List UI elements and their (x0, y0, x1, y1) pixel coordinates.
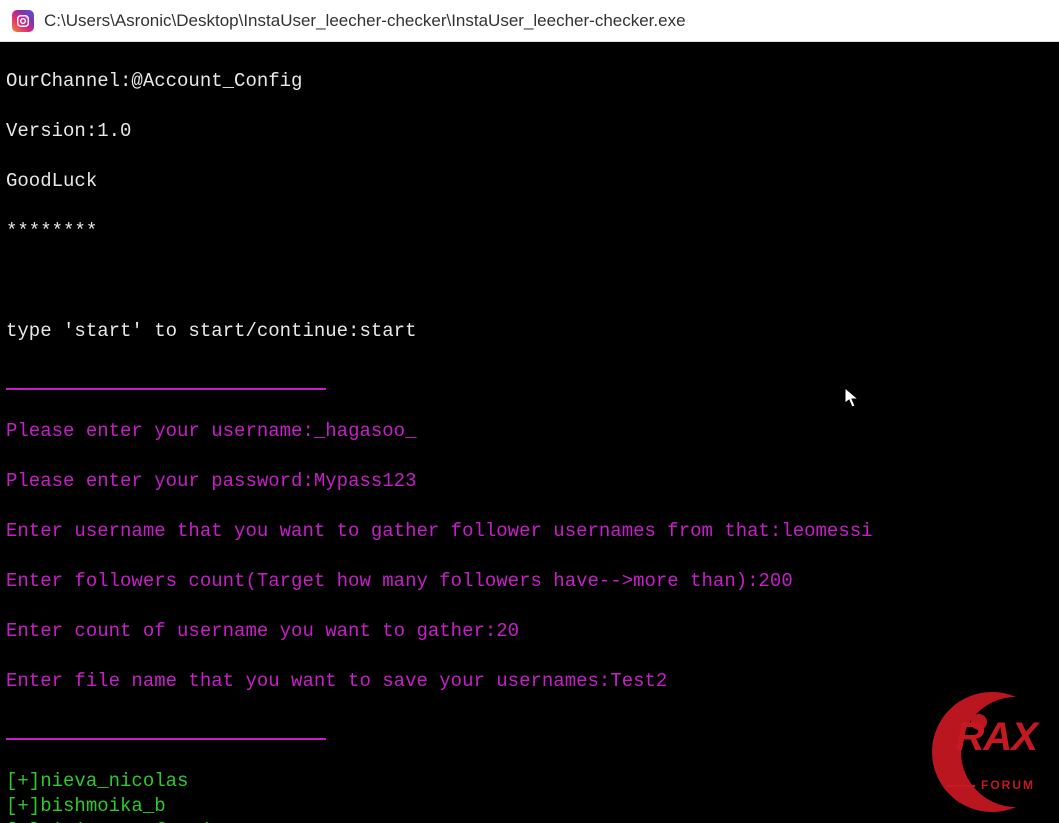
header-goodluck-line: GoodLuck (6, 169, 1055, 194)
password-prompt-line: Please enter your password:Mypass123 (6, 469, 1055, 494)
result-line: [+]minister_of_enjoyment_1 (6, 819, 1055, 823)
separator-line (6, 369, 1055, 394)
gather-count-prompt-line: Enter count of username you want to gath… (6, 619, 1055, 644)
result-line: [+]bishmoika_b (6, 794, 1055, 819)
target-user-prompt-line: Enter username that you want to gather f… (6, 519, 1055, 544)
header-version-line: Version:1.0 (6, 119, 1055, 144)
app-window: C:\Users\Asronic\Desktop\InstaUser_leech… (0, 0, 1059, 823)
start-prompt-line: type 'start' to start/continue:start (6, 319, 1055, 344)
instagram-icon (12, 10, 34, 32)
results-list: [+]nieva_nicolas[+]bishmoika_b[+]ministe… (6, 769, 1055, 823)
window-title: C:\Users\Asronic\Desktop\InstaUser_leech… (44, 11, 686, 31)
titlebar[interactable]: C:\Users\Asronic\Desktop\InstaUser_leech… (0, 0, 1059, 42)
followers-count-prompt-line: Enter followers count(Target how many fo… (6, 569, 1055, 594)
header-channel-line: OurChannel:@Account_Config (6, 69, 1055, 94)
console-output[interactable]: OurChannel:@Account_Config Version:1.0 G… (0, 42, 1059, 823)
blank-line (6, 269, 1055, 294)
separator-line (6, 719, 1055, 744)
username-prompt-line: Please enter your username:_hagasoo_ (6, 419, 1055, 444)
header-stars-line: ******** (6, 219, 1055, 244)
result-line: [+]nieva_nicolas (6, 769, 1055, 794)
file-name-prompt-line: Enter file name that you want to save yo… (6, 669, 1055, 694)
